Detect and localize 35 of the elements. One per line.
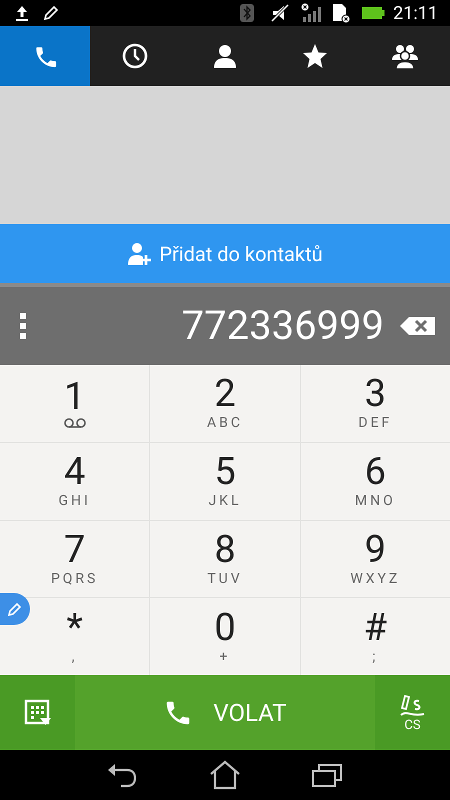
voicemail-icon [62,417,87,430]
back-icon[interactable] [107,761,139,789]
dial-key[interactable]: 2 ABC [150,365,300,442]
muted-speaker-icon [269,3,292,23]
handwriting-button[interactable]: CS [375,675,450,750]
status-time: 21:11 [393,2,438,26]
handwriting-icon [398,692,426,718]
dial-key[interactable]: 1 [0,365,150,442]
floating-edit-button[interactable] [0,593,30,625]
dial-key[interactable]: 7 PQRS [0,520,150,598]
dial-key[interactable]: 3 DEF [300,365,450,442]
keypad-icon[interactable] [24,698,52,726]
dial-key[interactable]: 6 MNO [300,442,450,520]
pencil-icon [42,4,60,22]
dial-key[interactable]: # ; [300,598,450,675]
dial-key[interactable]: 4 GHI [0,442,150,520]
bluetooth-icon [239,3,256,23]
recent-apps-icon[interactable] [311,762,343,788]
add-person-icon [127,240,154,266]
person-icon [211,42,239,70]
clock-icon [121,42,149,70]
backspace-icon[interactable] [400,316,436,336]
people-icon [391,42,419,70]
overflow-menu-icon[interactable] [20,311,26,341]
signal-icon [301,3,324,23]
dial-key[interactable]: * , [0,598,150,675]
dial-key[interactable]: 5 JKL [150,442,300,520]
dialed-number: 772336999 [182,301,384,351]
dial-key[interactable]: 9 WXYZ [300,520,450,598]
home-icon[interactable] [209,760,241,790]
pencil-icon [7,601,23,617]
star-icon [301,42,329,70]
dial-key[interactable]: 0 + [150,598,300,675]
dial-key[interactable]: 8 TUV [150,520,300,598]
battery-icon [361,5,386,21]
